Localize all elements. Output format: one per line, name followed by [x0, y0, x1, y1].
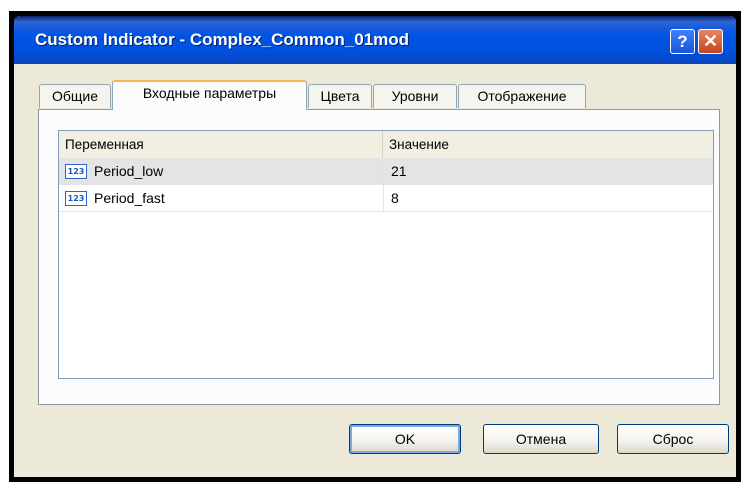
column-header-variable[interactable]: Переменная — [59, 131, 383, 158]
tab-colors[interactable]: Цвета — [308, 84, 372, 108]
table-row[interactable]: 123 Period_fast 8 — [59, 185, 713, 212]
tab-levels[interactable]: Уровни — [373, 84, 457, 108]
parameter-value[interactable]: 21 — [391, 158, 407, 185]
tab-panel: Переменная Значение 123 Period_low 21 12… — [38, 109, 720, 405]
integer-type-icon: 123 — [65, 164, 87, 179]
integer-type-icon: 123 — [65, 191, 87, 206]
column-divider — [383, 158, 384, 185]
help-button[interactable]: ? — [670, 29, 695, 54]
cancel-button[interactable]: Отмена — [483, 424, 599, 454]
parameter-value[interactable]: 8 — [391, 185, 399, 212]
tab-input-parameters[interactable]: Входные параметры — [112, 80, 307, 110]
title-bar[interactable]: Custom Indicator - Complex_Common_01mod … — [14, 16, 736, 64]
tab-display[interactable]: Отображение — [458, 84, 586, 108]
help-icon: ? — [677, 31, 688, 51]
ok-button[interactable]: OK — [349, 424, 461, 454]
close-button[interactable]: ✕ — [698, 29, 723, 54]
parameter-name: Period_low — [94, 163, 164, 179]
table-header: Переменная Значение — [59, 131, 713, 159]
column-divider — [383, 185, 384, 212]
reset-button[interactable]: Сброс — [617, 424, 729, 454]
parameter-name: Period_fast — [94, 190, 165, 206]
column-header-value[interactable]: Значение — [383, 131, 713, 158]
table-row[interactable]: 123 Period_low 21 — [59, 158, 713, 185]
window-title: Custom Indicator - Complex_Common_01mod — [35, 30, 410, 49]
tab-general[interactable]: Общие — [39, 84, 111, 108]
close-icon: ✕ — [702, 31, 719, 51]
parameters-table[interactable]: Переменная Значение 123 Period_low 21 12… — [58, 130, 714, 379]
indicator-dialog: Custom Indicator - Complex_Common_01mod … — [14, 16, 736, 477]
